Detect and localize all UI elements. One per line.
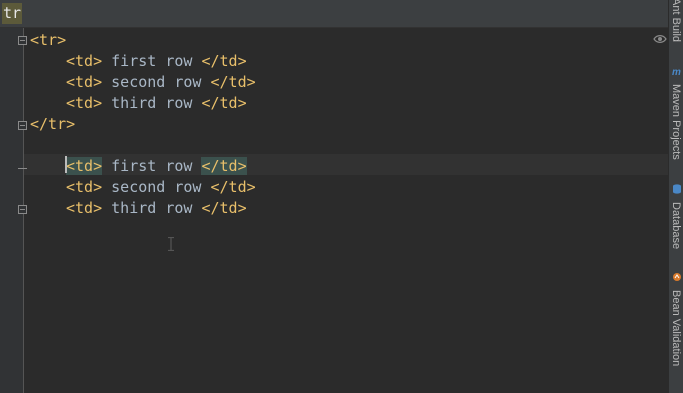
code-tag: <td> [66, 199, 103, 217]
code-tag: </td> [210, 73, 256, 91]
fold-end-icon[interactable] [18, 121, 27, 130]
code-line[interactable]: <td> second row </td> [66, 177, 256, 198]
text-caret [65, 156, 67, 173]
code-tag: </td> [201, 199, 247, 217]
code-line[interactable]: <td> first row </td> [66, 51, 247, 72]
search-query[interactable]: tr [2, 3, 23, 24]
code-text: first row [102, 52, 202, 70]
code-text: third row [102, 94, 202, 112]
tool-tab-database[interactable]: Database [670, 184, 683, 254]
fold-collapse-icon[interactable] [18, 164, 27, 173]
tool-tab-label: Ant Build [670, 0, 682, 43]
code-tag: </td> [201, 94, 247, 112]
search-bar[interactable]: tr [0, 0, 668, 28]
tool-tab-ant-build[interactable]: Ant Build [670, 0, 683, 50]
code-tag: <td> [66, 52, 103, 70]
bean-icon [672, 272, 682, 282]
maven-icon: m [672, 66, 682, 78]
code-text: second row [102, 73, 211, 91]
tool-tab-bean-validation[interactable]: Bean Validation [670, 272, 683, 382]
fold-end-icon[interactable] [18, 205, 27, 214]
code-line[interactable]: <tr> [30, 30, 66, 51]
svg-text:m: m [672, 67, 681, 76]
code-text: first row [102, 157, 202, 175]
code-line[interactable]: </tr> [30, 114, 75, 135]
code-line[interactable]: <td> third row </td> [66, 93, 247, 114]
code-tag: </td> [210, 178, 256, 196]
code-line-current[interactable]: <td> first row </td> [66, 156, 247, 177]
fold-collapse-icon[interactable] [18, 36, 27, 45]
code-tag-matched: </td> [201, 157, 247, 175]
code-tag: <td> [66, 178, 103, 196]
database-icon [672, 184, 682, 194]
code-tag: <td> [66, 73, 103, 91]
tool-tab-label: Bean Validation [670, 290, 682, 367]
tool-tab-label: Database [670, 202, 682, 250]
code-tag: <tr> [30, 31, 67, 49]
code-text: second row [102, 178, 211, 196]
code-tag: <td> [66, 94, 103, 112]
tool-tab-label: Maven Projects [670, 84, 682, 160]
code-line[interactable]: <td> second row </td> [66, 72, 256, 93]
code-line[interactable]: <td> third row </td> [66, 198, 247, 219]
tool-tab-maven-projects[interactable]: m Maven Projects [670, 66, 683, 166]
eye-icon[interactable] [653, 29, 667, 43]
code-text: third row [102, 199, 202, 217]
ibeam-cursor-icon [167, 236, 175, 252]
code-tag: </tr> [30, 115, 76, 133]
code-tag-matched: <td> [66, 157, 103, 175]
code-tag: </td> [201, 52, 247, 70]
